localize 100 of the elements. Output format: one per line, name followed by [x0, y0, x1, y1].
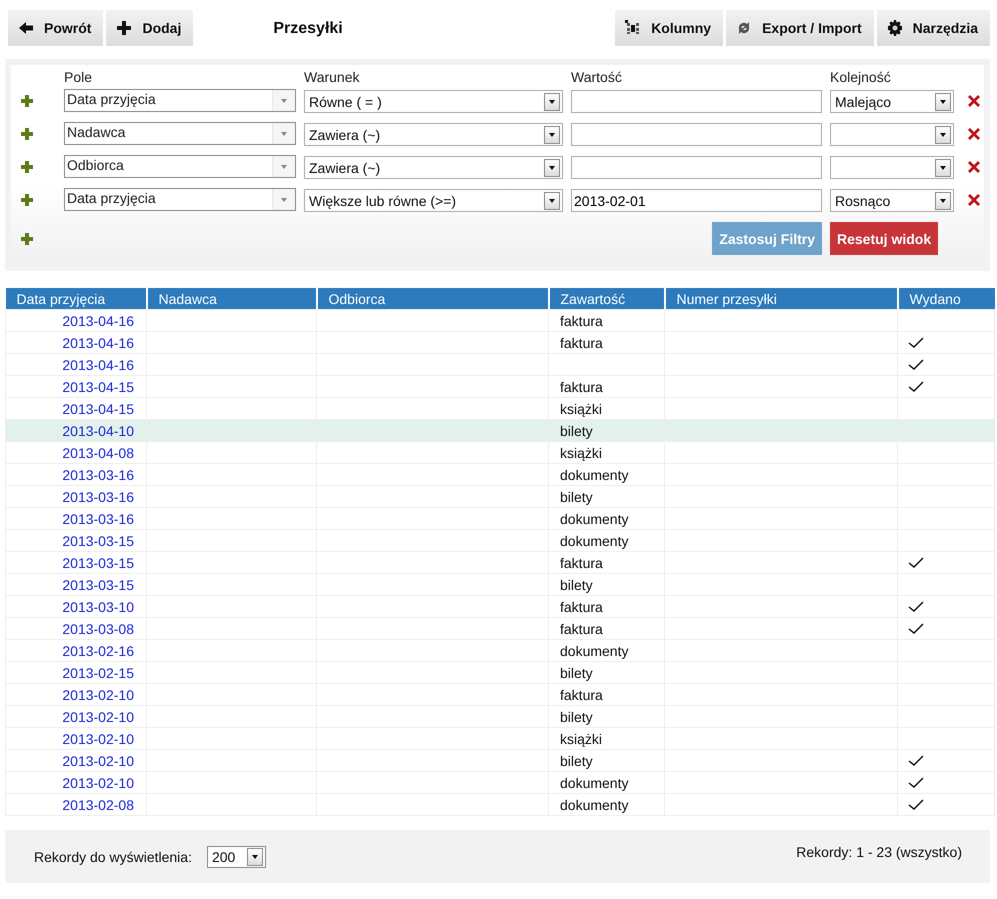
table-row[interactable]: 2013-03-16 dokumenty [6, 508, 994, 530]
caret-icon [252, 855, 258, 859]
table-row[interactable]: 2013-04-16 faktura [6, 332, 994, 354]
table-cell: dokumenty [560, 466, 628, 482]
table-row[interactable]: 2013-02-10 dokumenty [6, 772, 994, 794]
value-field[interactable] [571, 156, 822, 179]
table-row[interactable]: 2013-02-15 bilety [6, 662, 994, 684]
table-row[interactable]: 2013-02-16 dokumenty [6, 640, 994, 662]
page-size-select[interactable]: 200 [206, 846, 266, 868]
table-row[interactable]: 2013-03-16 bilety [6, 486, 994, 508]
caret-icon [940, 100, 946, 104]
add-filter-icon[interactable] [21, 194, 33, 206]
order-select[interactable] [830, 123, 954, 146]
table-row[interactable]: 2013-03-15 dokumenty [6, 530, 994, 552]
value-field[interactable]: 2013-02-01 [571, 189, 822, 212]
condition-select[interactable]: Zawiera (~) [304, 123, 563, 146]
table-row[interactable]: 2013-04-15 faktura [6, 376, 994, 398]
table-cell: bilety [560, 708, 593, 724]
page-title: Przesyłki [273, 20, 343, 38]
field-combo[interactable]: Odbiorca [64, 155, 296, 178]
table-cell: bilety [560, 576, 593, 592]
table-cell: faktura [560, 620, 603, 636]
field-combo[interactable]: Data przyjęcia [64, 188, 296, 211]
column-header[interactable]: Zawartość [548, 288, 664, 310]
table-row[interactable]: 2013-03-15 faktura [6, 552, 994, 574]
table-cell: bilety [560, 488, 593, 504]
table-cell: dokumenty [560, 510, 628, 526]
table-row[interactable]: 2013-02-10 faktura [6, 684, 994, 706]
table-cell: dokumenty [560, 774, 628, 790]
order-select[interactable]: Malejąco [830, 90, 954, 113]
add-filter-icon[interactable] [21, 160, 33, 172]
grid-icon [625, 20, 642, 36]
column-label: Kolejność [830, 69, 892, 85]
caret-icon [940, 198, 946, 202]
toolbar-button[interactable]: Kolumny [615, 10, 724, 46]
caret-icon [281, 164, 287, 168]
condition-select[interactable]: Równe ( = ) [304, 90, 563, 113]
condition-select[interactable]: Większe lub równe (>=) [304, 189, 563, 212]
table-row[interactable]: 2013-04-16 [6, 354, 994, 376]
column-label: Warunek [304, 69, 361, 85]
column-header[interactable]: Odbiorca [316, 288, 548, 310]
table-row[interactable]: 2013-02-10 bilety [6, 706, 994, 728]
table-row[interactable]: 2013-03-10 faktura [6, 596, 994, 618]
table-row[interactable]: 2013-02-10 książki [6, 728, 994, 750]
table-cell: bilety [560, 752, 593, 768]
order-select[interactable] [830, 156, 954, 179]
add-filter-icon[interactable] [21, 128, 33, 140]
value-field[interactable] [571, 123, 822, 146]
table-cell: dokumenty [560, 532, 628, 548]
record-count: Rekordy: 1 - 23 (wszystko) [796, 844, 962, 860]
remove-icon[interactable] [968, 94, 980, 106]
table-row[interactable]: 2013-02-10 bilety [6, 750, 994, 772]
table-cell: faktura [560, 598, 603, 614]
caret-icon [281, 132, 287, 136]
remove-icon[interactable] [968, 128, 980, 140]
remove-icon[interactable] [968, 160, 980, 172]
back-arrow-icon [18, 20, 34, 36]
column-label: Wartość [571, 69, 623, 85]
add-filter-icon[interactable] [21, 94, 33, 106]
table-cell: dokumenty [560, 642, 628, 658]
caret-icon [549, 132, 555, 136]
reset-view-button[interactable]: Resetuj widok [830, 222, 938, 255]
table-row[interactable]: 2013-03-15 bilety [6, 574, 994, 596]
toolbar-button[interactable]: Powrót [8, 10, 104, 46]
condition-select[interactable]: Zawiera (~) [304, 156, 563, 179]
caret-icon [549, 166, 555, 170]
toolbar-button[interactable]: Narzędzia [876, 10, 990, 46]
table-row[interactable]: 2013-04-08 książki [6, 442, 994, 464]
value-field[interactable] [571, 90, 822, 113]
caret-icon [281, 198, 287, 202]
table-row[interactable]: 2013-03-08 faktura [6, 618, 994, 640]
caret-icon [549, 198, 555, 202]
order-select[interactable]: Rosnąco [830, 189, 954, 212]
table-cell: książki [560, 730, 602, 746]
table-row[interactable]: 2013-04-16 faktura [6, 310, 994, 332]
table-cell: faktura [560, 312, 603, 328]
column-label: Pole [64, 69, 94, 85]
table-row[interactable]: 2013-02-08 dokumenty [6, 794, 994, 816]
caret-icon [940, 166, 946, 170]
field-combo[interactable]: Nadawca [64, 122, 296, 145]
plus-icon [116, 20, 132, 36]
table-row[interactable]: 2013-04-10 bilety [6, 420, 994, 442]
table-cell: faktura [560, 686, 603, 702]
remove-icon[interactable] [968, 194, 980, 206]
toolbar-button[interactable]: Dodaj [106, 10, 194, 46]
column-header[interactable]: Wydano [898, 288, 994, 310]
table-row[interactable]: 2013-04-15 książki [6, 398, 994, 420]
column-header[interactable]: Nadawca [146, 288, 316, 310]
table-cell: faktura [560, 334, 603, 350]
toolbar-button[interactable]: Export / Import [726, 10, 874, 46]
add-filter-icon[interactable] [21, 232, 33, 244]
table-cell: książki [560, 444, 602, 460]
column-header[interactable]: Data przyjęcia [6, 288, 146, 310]
table-row[interactable]: 2013-03-16 dokumenty [6, 464, 994, 486]
caret-icon [940, 132, 946, 136]
field-combo[interactable]: Data przyjęcia [64, 89, 296, 112]
table-cell: faktura [560, 378, 603, 394]
column-header[interactable]: Numer przesyłki [664, 288, 898, 310]
caret-icon [281, 98, 287, 102]
settings-icon [886, 20, 903, 36]
